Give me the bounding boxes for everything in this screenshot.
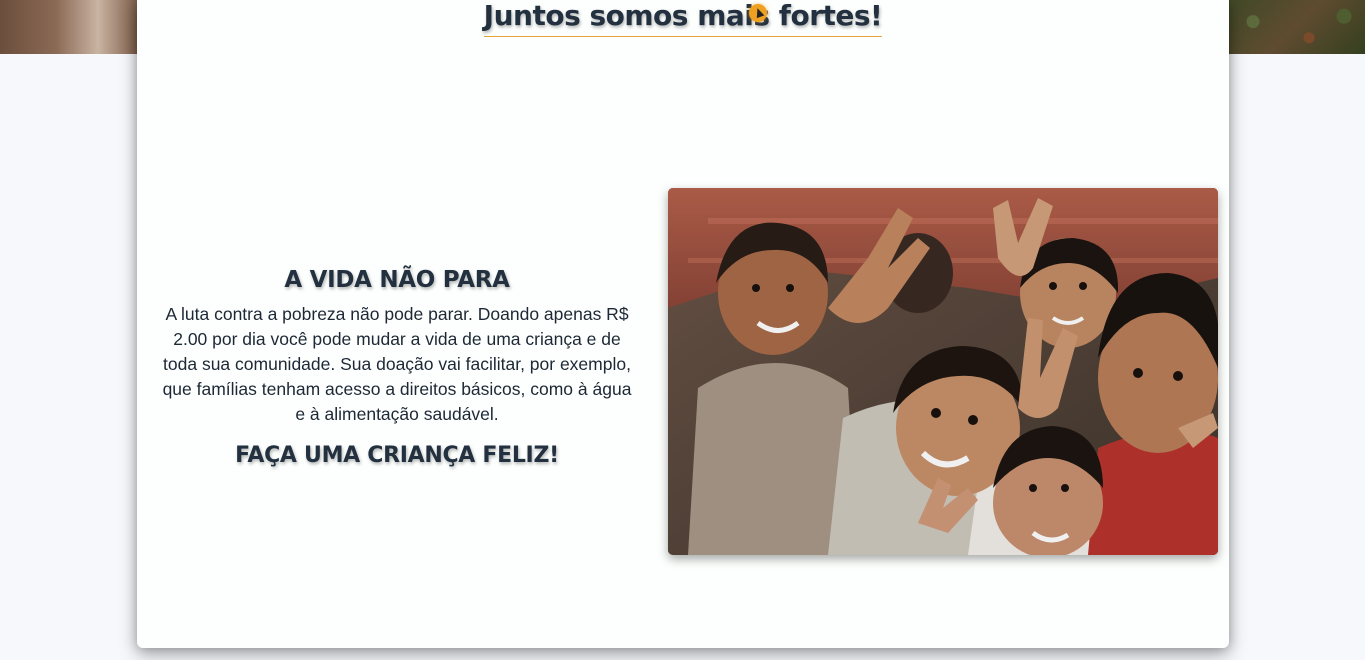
section-body: A luta contra a pobreza não pode parar. … xyxy=(162,304,632,424)
hero-image-right-edge xyxy=(1225,0,1365,54)
section-title: A VIDA NÃO PARA xyxy=(284,267,510,293)
pointer-icon xyxy=(748,4,767,22)
call-to-action: FAÇA UMA CRIANÇA FELIZ! xyxy=(235,443,559,468)
text-column: A VIDA NÃO PARA A luta contra a pobreza … xyxy=(159,262,635,473)
content-card: Juntos somos mais fortes! A VIDA NÃO PAR… xyxy=(137,0,1229,648)
page-headline-text: Juntos somos mais fortes! xyxy=(483,0,883,32)
hero-image-left-edge xyxy=(0,0,140,54)
children-photo-illustration xyxy=(668,188,1218,555)
page-headline: Juntos somos mais fortes! xyxy=(483,0,883,37)
headline-container: Juntos somos mais fortes! xyxy=(137,0,1229,37)
children-photo xyxy=(668,188,1218,555)
